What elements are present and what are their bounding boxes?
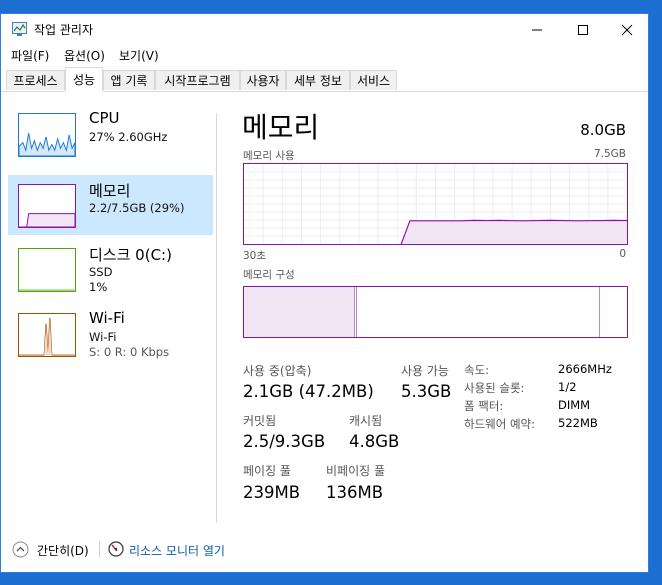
- menu-bar: 파일(F) 옵션(O) 보기(V): [1, 45, 648, 65]
- nonpaged-pool-value: 136MB: [326, 483, 384, 502]
- composition-standby-free-divider: [599, 287, 600, 337]
- memory-composition-bar: [243, 286, 628, 338]
- sidebar-wifi-throughput: S: 0 R: 0 Kbps: [89, 345, 170, 359]
- time-range-label: 30초: [243, 250, 267, 262]
- speed-label: 속도:: [464, 363, 490, 377]
- memory-usage-label: 메모리 사용: [243, 150, 295, 162]
- in-use-value: 2.1GB (47.2MB): [243, 382, 374, 401]
- in-use-label: 사용 중(압축): [243, 364, 312, 378]
- sidebar-wifi-name: Wi-Fi: [89, 309, 125, 327]
- sidebar-disk-usage: 1%: [89, 280, 108, 294]
- hardware-reserved-label: 하드웨어 예약:: [464, 417, 536, 431]
- tab-details[interactable]: 세부 정보: [286, 70, 350, 90]
- committed-label: 커밋됨: [243, 414, 277, 428]
- memory-usage-graph: [243, 163, 628, 245]
- sidebar-memory-detail: 2.2/7.5GB (29%): [89, 201, 185, 215]
- resource-monitor-icon: [108, 541, 124, 557]
- slots-used-label: 사용된 슬롯:: [464, 381, 525, 395]
- tab-bar: 프로세스 성능 앱 기록 시작프로그램 사용자 세부 정보 서비스: [1, 67, 648, 92]
- menu-options[interactable]: 옵션(O): [64, 47, 105, 64]
- close-button[interactable]: [604, 14, 650, 45]
- cached-label: 캐시됨: [349, 414, 383, 428]
- tab-startup[interactable]: 시작프로그램: [155, 70, 240, 90]
- cpu-thumbnail-graph: [18, 113, 76, 157]
- memory-thumbnail-graph: [18, 184, 76, 228]
- maximize-icon: [578, 24, 588, 35]
- memory-composition-label: 메모리 구성: [243, 269, 295, 281]
- slots-used-value: 1/2: [558, 380, 577, 394]
- tab-performance[interactable]: 성능: [65, 67, 103, 92]
- sidebar-divider: [216, 113, 217, 523]
- maximize-button[interactable]: [560, 14, 606, 45]
- title-bar[interactable]: 작업 관리자: [1, 14, 648, 45]
- footer-divider: [99, 541, 100, 557]
- open-resource-monitor-link[interactable]: 리소스 모니터 열기: [129, 542, 225, 559]
- form-factor-value: DIMM: [558, 398, 591, 412]
- available-label: 사용 가능: [401, 364, 449, 378]
- memory-total: 8.0GB: [580, 121, 626, 139]
- task-manager-icon: [12, 22, 27, 36]
- sidebar-item-memory[interactable]: 메모리 2.2/7.5GB (29%): [8, 175, 213, 235]
- window-title: 작업 관리자: [34, 23, 94, 37]
- footer-bar: 간단히(D) 리소스 모니터 열기: [1, 534, 648, 564]
- sidebar-wifi-adapter: Wi-Fi: [89, 330, 117, 344]
- wifi-thumbnail-graph: [18, 313, 76, 357]
- composition-in-use: [244, 287, 355, 337]
- sidebar-cpu-detail: 27% 2.60GHz: [89, 130, 168, 144]
- hardware-reserved-value: 522MB: [558, 416, 598, 430]
- tab-app-history[interactable]: 앱 기록: [103, 70, 155, 90]
- committed-value: 2.5/9.3GB: [243, 432, 326, 451]
- sidebar-item-cpu[interactable]: CPU 27% 2.60GHz: [8, 104, 213, 164]
- sidebar-item-wifi[interactable]: Wi-Fi Wi-Fi S: 0 R: 0 Kbps: [8, 304, 213, 374]
- sidebar-disk-type: SSD: [89, 265, 113, 279]
- menu-view[interactable]: 보기(V): [119, 47, 159, 64]
- paged-pool-label: 페이징 풀: [243, 464, 291, 478]
- composition-modified: [356, 287, 357, 337]
- tab-processes[interactable]: 프로세스: [6, 70, 65, 90]
- tab-services[interactable]: 서비스: [350, 70, 397, 90]
- nonpaged-pool-label: 비페이징 풀: [326, 464, 386, 478]
- close-icon: [621, 24, 633, 35]
- cached-value: 4.8GB: [349, 432, 400, 451]
- speed-value: 2666MHz: [558, 362, 612, 376]
- menu-file[interactable]: 파일(F): [11, 47, 49, 64]
- sidebar-item-disk[interactable]: 디스크 0(C:) SSD 1%: [8, 239, 213, 309]
- time-range-end: 0: [619, 248, 626, 260]
- available-value: 5.3GB: [401, 382, 452, 401]
- disk-thumbnail-graph: [18, 248, 76, 292]
- minimize-icon: [532, 29, 542, 30]
- memory-usage-max: 7.5GB: [593, 148, 626, 160]
- memory-usage-area: [401, 220, 627, 244]
- page-title: 메모리: [242, 111, 320, 144]
- sidebar-cpu-name: CPU: [89, 109, 120, 127]
- form-factor-label: 폼 팩터:: [464, 399, 504, 413]
- sidebar-disk-name: 디스크 0(C:): [89, 246, 172, 264]
- task-manager-window: 작업 관리자 파일(F) 옵션(O) 보기(V) 프로세스 성능 앱 기록 시작…: [0, 13, 649, 573]
- fewer-details-link[interactable]: 간단히(D): [37, 542, 89, 559]
- tab-users[interactable]: 사용자: [240, 70, 286, 90]
- collapse-chevron-icon[interactable]: [12, 541, 29, 558]
- paged-pool-value: 239MB: [243, 483, 301, 502]
- sidebar-memory-name: 메모리: [89, 182, 131, 200]
- minimize-button[interactable]: [514, 14, 560, 45]
